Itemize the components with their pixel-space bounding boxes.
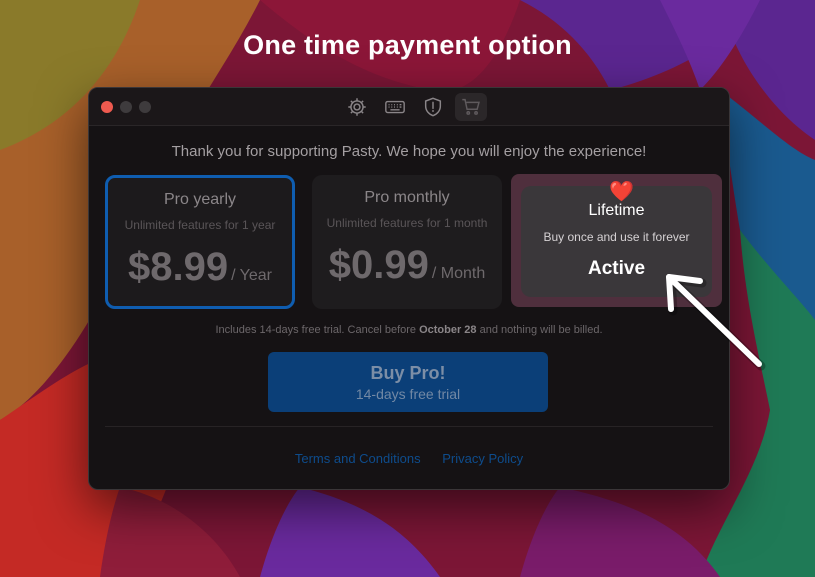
- window-titlebar: [89, 88, 729, 126]
- plan-subtitle: Unlimited features for 1 month: [326, 216, 488, 230]
- gear-icon: [348, 98, 366, 116]
- preferences-toolbar: [341, 93, 487, 121]
- plan-price-unit: / Year: [231, 267, 273, 284]
- footer-links: Terms and Conditions Privacy Policy: [89, 451, 729, 466]
- trial-note: Includes 14-days free trial. Cancel befo…: [89, 324, 729, 336]
- buy-button-subtitle: 14-days free trial: [355, 386, 461, 402]
- plan-price-row: $0.99/ Month: [312, 243, 502, 288]
- buy-button-title: Buy Pro!: [370, 363, 446, 383]
- purchase-tab[interactable]: [455, 93, 487, 121]
- plan-card-yearly[interactable]: Pro yearly Unlimited features for 1 year…: [105, 175, 295, 309]
- privacy-policy-link[interactable]: Privacy Policy: [442, 451, 523, 466]
- plan-price: $8.99: [127, 245, 229, 289]
- app-window: Thank you for supporting Pasty. We hope …: [88, 87, 730, 490]
- divider: [105, 426, 713, 427]
- close-window-button[interactable]: [101, 101, 113, 113]
- shield-alert-icon: [424, 97, 442, 117]
- plan-price: $0.99: [328, 243, 429, 287]
- shortcuts-tab[interactable]: [379, 93, 411, 121]
- plan-title: Pro yearly: [163, 191, 237, 208]
- zoom-window-button[interactable]: [139, 101, 151, 113]
- cart-icon: [462, 98, 480, 115]
- plan-title: Lifetime: [588, 202, 645, 219]
- terms-link[interactable]: Terms and Conditions: [295, 451, 421, 466]
- plan-subtitle: Buy once and use it forever: [543, 230, 690, 244]
- buy-pro-button[interactable]: Buy Pro! 14-days free trial: [268, 352, 548, 412]
- plan-price-unit: / Month: [431, 265, 486, 282]
- plan-title: Pro monthly: [364, 189, 450, 206]
- plan-price-row: $8.99/ Year: [108, 245, 292, 290]
- page-headline: One time payment option: [243, 30, 572, 60]
- thank-you-message: Thank you for supporting Pasty. We hope …: [171, 143, 647, 160]
- trial-end-date: October 28: [419, 324, 477, 336]
- trial-note-text-end: and nothing will be billed.: [476, 324, 603, 336]
- keyboard-icon: [385, 100, 405, 114]
- minimize-window-button[interactable]: [120, 101, 132, 113]
- plan-subtitle: Unlimited features for 1 year: [124, 218, 276, 232]
- trial-note-text: Includes 14-days free trial. Cancel befo…: [215, 324, 420, 336]
- privacy-tab[interactable]: [417, 93, 449, 121]
- window-controls: [101, 101, 151, 113]
- plan-card-monthly[interactable]: Pro monthly Unlimited features for 1 mon…: [312, 175, 502, 309]
- pointer-arrow-icon: [666, 274, 766, 371]
- general-settings-tab[interactable]: [341, 93, 373, 121]
- heart-icon: ❤️: [609, 181, 634, 203]
